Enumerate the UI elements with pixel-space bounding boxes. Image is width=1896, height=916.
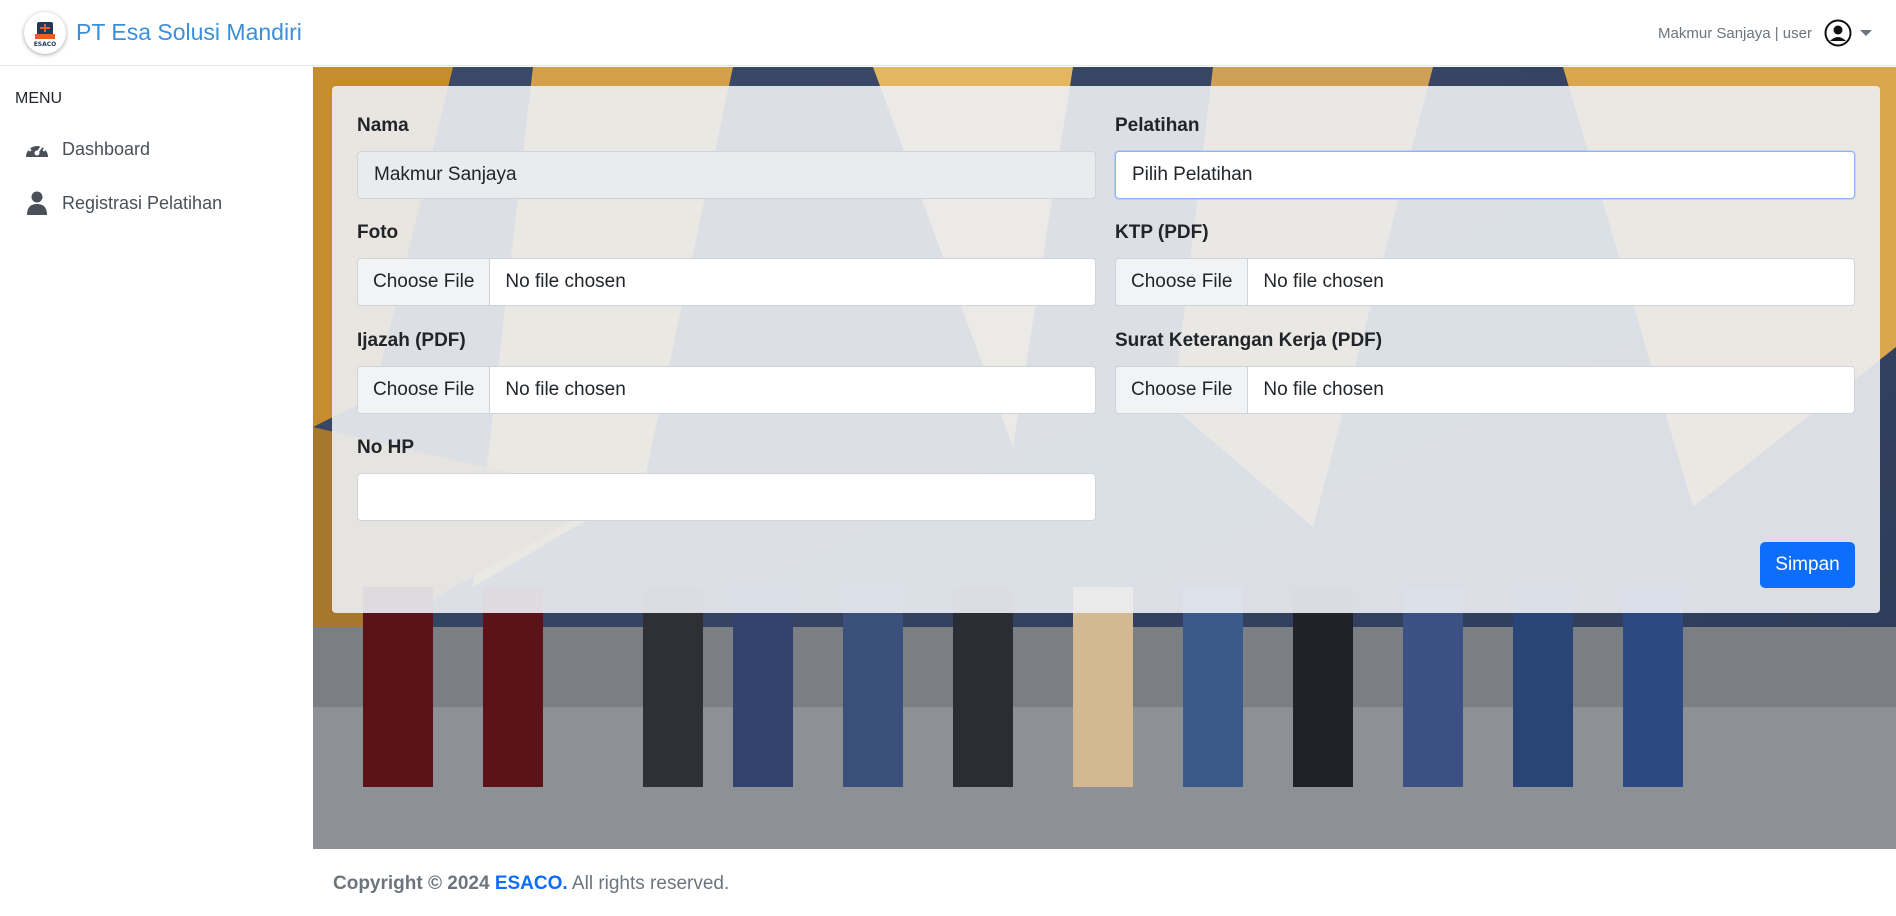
pelatihan-selected-value: Pilih Pelatihan bbox=[1132, 164, 1253, 185]
surat-file-status: No file chosen bbox=[1263, 379, 1384, 400]
copyright-text: Copyright © 2024 bbox=[333, 873, 490, 894]
nama-field[interactable]: Makmur Sanjaya bbox=[357, 151, 1096, 199]
menu-heading: MENU bbox=[15, 90, 63, 107]
pelatihan-select[interactable]: Pilih Pelatihan bbox=[1115, 151, 1855, 199]
sidebar-item-label: Dashboard bbox=[62, 138, 151, 159]
user-circle-icon[interactable] bbox=[1824, 19, 1852, 47]
foto-choose-file-button[interactable]: Choose File bbox=[358, 259, 491, 305]
tachometer-icon bbox=[24, 136, 50, 162]
foto-file-input[interactable]: Choose File No file chosen bbox=[357, 258, 1096, 306]
ijazah-label: Ijazah (PDF) bbox=[357, 330, 466, 351]
no-hp-field[interactable] bbox=[357, 473, 1096, 521]
top-navbar: ESACO PT Esa Solusi Mandiri Makmur Sanja… bbox=[0, 0, 1896, 66]
user-menu[interactable]: Makmur Sanjaya | user bbox=[1658, 0, 1872, 66]
company-logo: ESACO bbox=[24, 11, 66, 54]
surat-keterangan-kerja-label: Surat Keterangan Kerja (PDF) bbox=[1115, 330, 1383, 351]
sidebar: MENU Dashboard Registrasi Pelatihan bbox=[0, 66, 313, 916]
foto-label: Foto bbox=[357, 222, 399, 243]
nama-label: Nama bbox=[357, 115, 409, 136]
pelatihan-label: Pelatihan bbox=[1115, 115, 1200, 136]
sidebar-item-registrasi-pelatihan[interactable]: Registrasi Pelatihan bbox=[24, 188, 222, 218]
brand[interactable]: ESACO PT Esa Solusi Mandiri bbox=[24, 11, 302, 54]
ijazah-file-input[interactable]: Choose File No file chosen bbox=[357, 366, 1096, 414]
footer: Copyright © 2024 ESACO. All rights reser… bbox=[333, 873, 729, 895]
sidebar-item-dashboard[interactable]: Dashboard bbox=[24, 134, 150, 164]
rights-text: All rights reserved. bbox=[571, 873, 730, 894]
user-icon bbox=[24, 190, 50, 216]
ktp-file-status: No file chosen bbox=[1263, 271, 1384, 292]
ktp-file-input[interactable]: Choose File No file chosen bbox=[1115, 258, 1855, 306]
ijazah-choose-file-button[interactable]: Choose File bbox=[358, 367, 491, 413]
surat-choose-file-button[interactable]: Choose File bbox=[1116, 367, 1249, 413]
sidebar-item-label: Registrasi Pelatihan bbox=[62, 192, 223, 213]
nama-value: Makmur Sanjaya bbox=[374, 164, 517, 185]
footer-brand-link[interactable]: ESACO. bbox=[495, 873, 568, 894]
brand-name[interactable]: PT Esa Solusi Mandiri bbox=[76, 19, 302, 46]
surat-keterangan-kerja-file-input[interactable]: Choose File No file chosen bbox=[1115, 366, 1855, 414]
foto-file-status: No file chosen bbox=[505, 271, 626, 292]
no-hp-label: No HP bbox=[357, 437, 414, 458]
ijazah-file-status: No file chosen bbox=[505, 379, 626, 400]
ktp-choose-file-button[interactable]: Choose File bbox=[1116, 259, 1249, 305]
chevron-down-icon[interactable] bbox=[1860, 30, 1872, 36]
user-name: Makmur Sanjaya | user bbox=[1658, 24, 1812, 42]
ktp-label: KTP (PDF) bbox=[1115, 222, 1209, 243]
simpan-button[interactable]: Simpan bbox=[1760, 542, 1855, 588]
svg-text:ESACO: ESACO bbox=[34, 41, 57, 48]
